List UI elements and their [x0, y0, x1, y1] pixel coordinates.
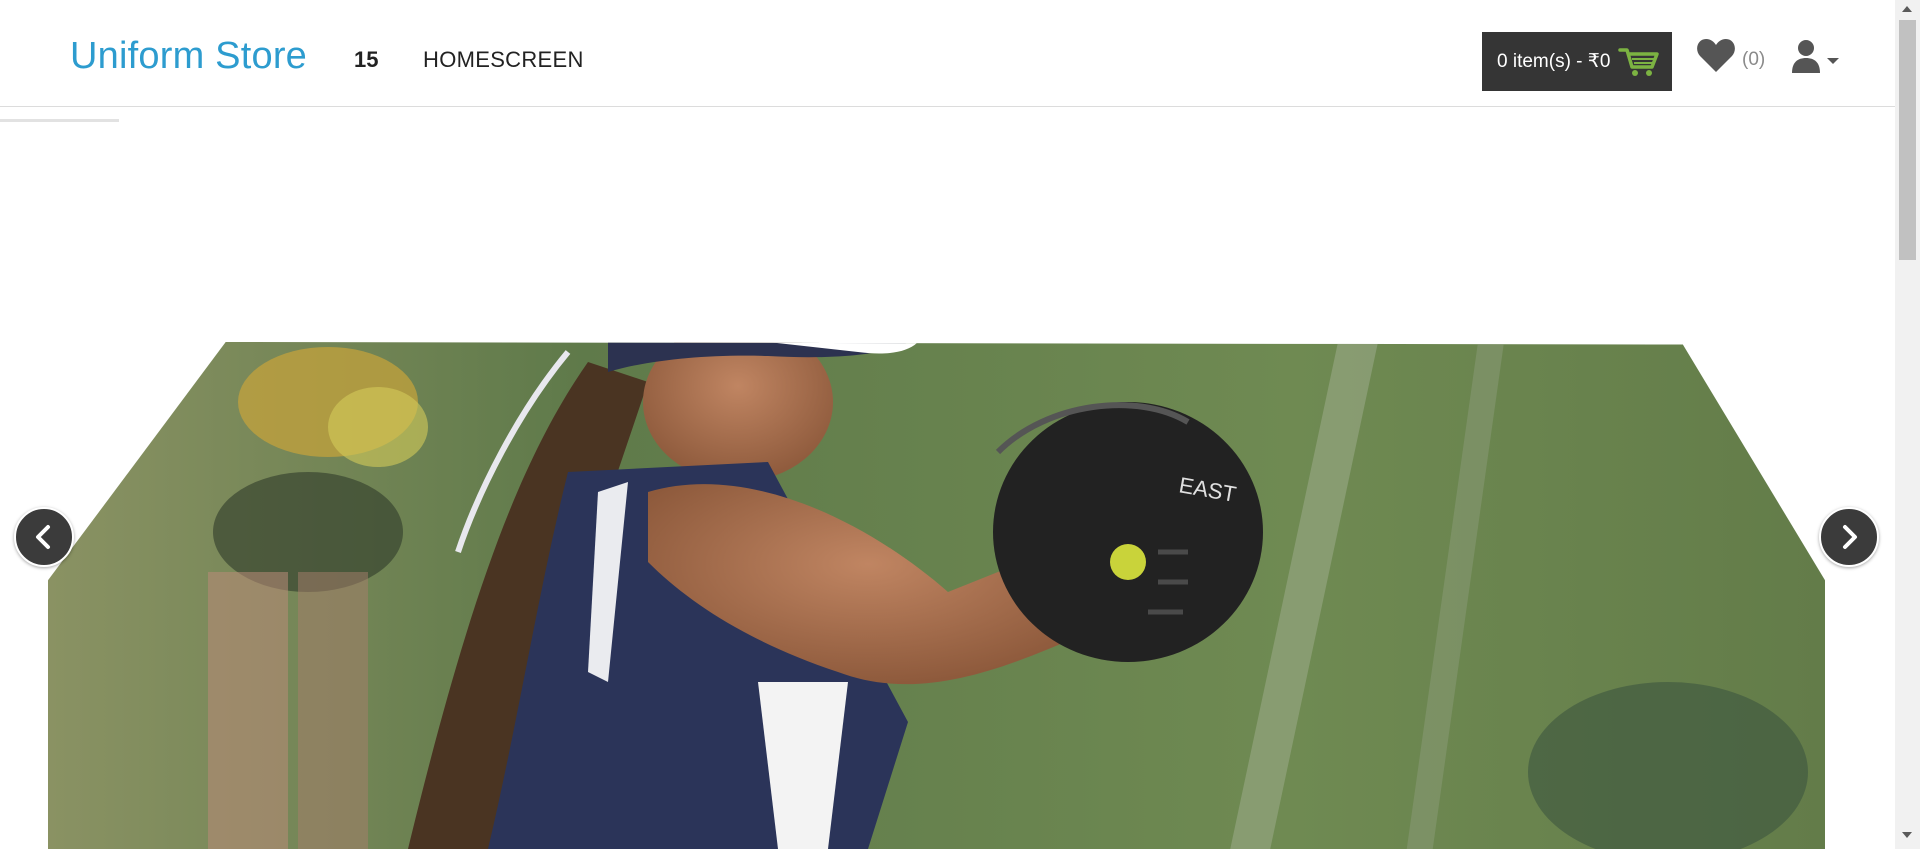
caret-down-icon: [1827, 58, 1839, 64]
scrollbar-thumb[interactable]: [1899, 20, 1916, 260]
slider-next-button[interactable]: [1819, 507, 1879, 567]
site-header: Uniform Store 15 HOMESCREEN 0 item(s) - …: [0, 0, 1895, 107]
softball-pitcher-photo: EAST: [48, 342, 1825, 849]
cart-summary-label: 0 item(s) - ₹0: [1497, 50, 1611, 72]
page-scrollbar[interactable]: [1895, 0, 1920, 849]
nav-item-homescreen[interactable]: HOMESCREEN: [423, 46, 584, 74]
nav-item-number[interactable]: 15: [354, 46, 378, 74]
hero-slide-image: EAST: [48, 342, 1825, 849]
store-logo-link[interactable]: Uniform Store: [70, 34, 307, 78]
slider-prev-button[interactable]: [14, 507, 74, 567]
chevron-right-icon: [1843, 525, 1857, 549]
wishlist-link[interactable]: (0): [1696, 36, 1765, 76]
user-icon: [1792, 40, 1820, 73]
scroll-up-arrow-icon[interactable]: [1902, 6, 1912, 12]
heart-icon: [1697, 39, 1735, 72]
account-menu-button[interactable]: [1790, 34, 1840, 78]
chevron-left-icon: [36, 525, 50, 549]
cart-button[interactable]: 0 item(s) - ₹0: [1482, 32, 1672, 91]
wishlist-count: (0): [1742, 49, 1766, 70]
cart-icon: [1618, 47, 1660, 76]
scroll-down-arrow-icon[interactable]: [1902, 832, 1912, 838]
tab-indicator: [0, 119, 119, 122]
